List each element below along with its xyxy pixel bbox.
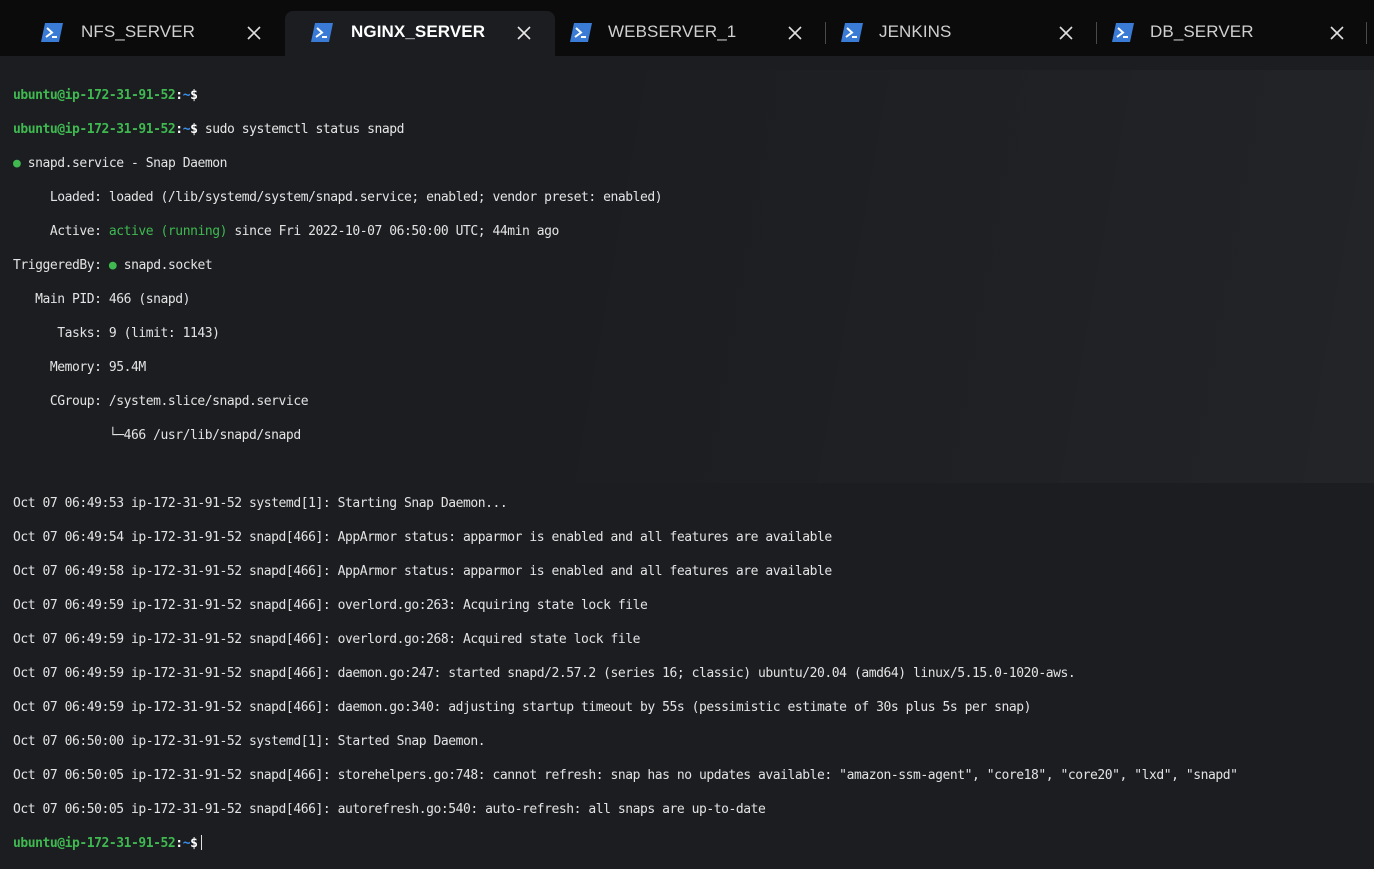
log-line: Oct 07 06:49:53 ip-172-31-91-52 systemd[… xyxy=(13,495,1374,512)
tab-jenkins[interactable]: JENKINS xyxy=(827,11,1097,56)
status-dot-icon: ● xyxy=(13,156,20,171)
detail-line: └─466 /usr/lib/snapd/snapd xyxy=(13,427,1374,444)
log-line: Oct 07 06:49:58 ip-172-31-91-52 snapd[46… xyxy=(13,563,1374,580)
tab-separator xyxy=(1366,22,1367,44)
detail-line: Main PID: 466 (snapd) xyxy=(13,291,1374,308)
tab-nginx-server[interactable]: NGINX_SERVER xyxy=(285,11,555,56)
log-line: Oct 07 06:50:05 ip-172-31-91-52 snapd[46… xyxy=(13,801,1374,818)
tab-nfs-server[interactable]: NFS_SERVER xyxy=(15,11,285,56)
tab-bar: NFS_SERVER NGINX_SERVER WEBSERVER_1 xyxy=(0,0,1374,56)
tab-title: WEBSERVER_1 xyxy=(608,22,736,42)
log-line: Oct 07 06:50:05 ip-172-31-91-52 snapd[46… xyxy=(13,767,1374,784)
prompt-symbol: $ xyxy=(190,88,197,103)
tab-title: JENKINS xyxy=(879,22,952,42)
final-prompt-line: ubuntu@ip-172-31-91-52:~$ xyxy=(13,835,1374,852)
blank-line xyxy=(13,461,1374,478)
close-icon[interactable] xyxy=(515,24,533,42)
prompt-path: ~ xyxy=(183,88,190,103)
tab-title: NGINX_SERVER xyxy=(351,22,485,42)
prompt-line: ubuntu@ip-172-31-91-52:~$ xyxy=(13,87,1374,104)
text-cursor xyxy=(201,835,202,850)
close-icon[interactable] xyxy=(786,24,804,42)
detail-line: Tasks: 9 (limit: 1143) xyxy=(13,325,1374,342)
detail-line: Memory: 95.4M xyxy=(13,359,1374,376)
service-line: ● snapd.service - Snap Daemon xyxy=(13,155,1374,172)
powershell-icon xyxy=(570,23,592,42)
command-text: sudo systemctl status snapd xyxy=(205,122,404,137)
tab-title: NFS_SERVER xyxy=(81,22,195,42)
close-icon[interactable] xyxy=(245,24,263,42)
powershell-icon xyxy=(311,23,333,42)
tab-separator xyxy=(825,22,826,44)
close-icon[interactable] xyxy=(1328,24,1346,42)
powershell-icon xyxy=(841,23,863,42)
status-dot-icon: ● xyxy=(109,258,116,273)
terminal-output[interactable]: ubuntu@ip-172-31-91-52:~$ ubuntu@ip-172-… xyxy=(13,70,1374,483)
log-line: Oct 07 06:49:59 ip-172-31-91-52 snapd[46… xyxy=(13,597,1374,614)
command-line: ubuntu@ip-172-31-91-52:~$ sudo systemctl… xyxy=(13,121,1374,138)
triggered-line: TriggeredBy: ● snapd.socket xyxy=(13,257,1374,274)
tab-title: DB_SERVER xyxy=(1150,22,1254,42)
tab-db-server[interactable]: DB_SERVER xyxy=(1098,11,1368,56)
tab-separator xyxy=(1096,22,1097,44)
prompt-user: ubuntu@ip-172-31-91-52 xyxy=(13,88,175,103)
log-line: Oct 07 06:50:00 ip-172-31-91-52 systemd[… xyxy=(13,733,1374,750)
log-line: Oct 07 06:49:59 ip-172-31-91-52 snapd[46… xyxy=(13,665,1374,682)
powershell-icon xyxy=(41,23,63,42)
log-line: Oct 07 06:49:54 ip-172-31-91-52 snapd[46… xyxy=(13,529,1374,546)
powershell-icon xyxy=(1112,23,1134,42)
tab-webserver-1[interactable]: WEBSERVER_1 xyxy=(556,11,826,56)
close-icon[interactable] xyxy=(1057,24,1075,42)
log-line: Oct 07 06:49:59 ip-172-31-91-52 snapd[46… xyxy=(13,699,1374,716)
log-line: Oct 07 06:49:59 ip-172-31-91-52 snapd[46… xyxy=(13,631,1374,648)
loaded-line: Loaded: loaded (/lib/systemd/system/snap… xyxy=(13,189,1374,206)
detail-line: CGroup: /system.slice/snapd.service xyxy=(13,393,1374,410)
active-state: active (running) xyxy=(109,224,227,239)
active-line: Active: active (running) since Fri 2022-… xyxy=(13,223,1374,240)
